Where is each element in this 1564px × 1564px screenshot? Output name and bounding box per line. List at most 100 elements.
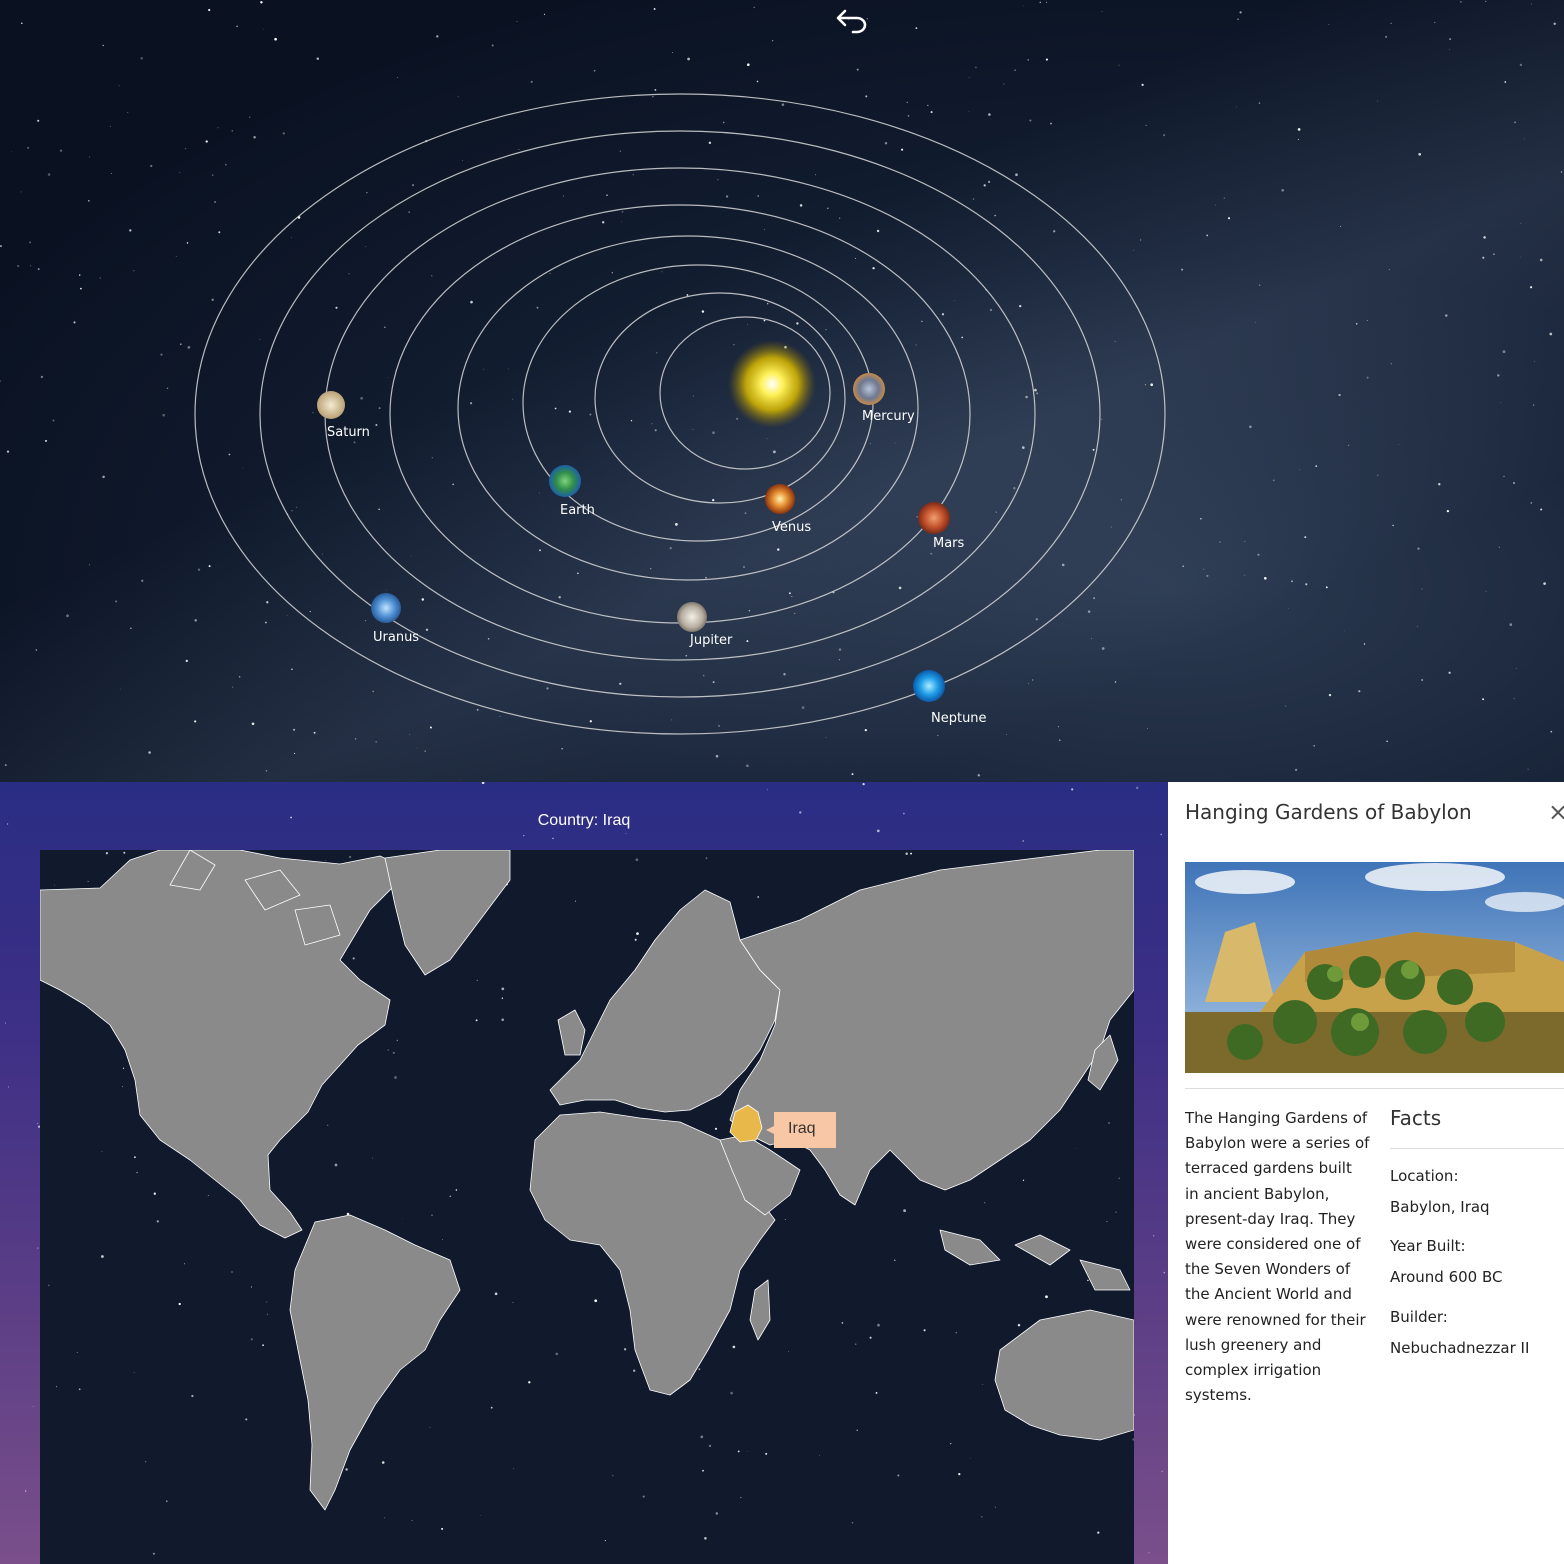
star [982,1383,984,1385]
planet-mercury[interactable] [853,373,885,405]
star [54,884,55,886]
star [191,1394,194,1398]
star [334,1163,338,1167]
star [8,1086,10,1088]
star [4,1022,7,1024]
star [101,1255,104,1258]
star [455,1189,458,1191]
planet-uranus[interactable] [371,593,401,623]
star [894,1259,896,1261]
close-button[interactable]: × [1548,798,1564,826]
planet-label-earth: Earth [560,503,595,518]
country-europe[interactable] [549,889,781,1113]
star [574,900,576,902]
wonder-description: The Hanging Gardens of Babylon were a se… [1185,1109,1370,1405]
star [56,1386,58,1388]
star [1045,1295,1048,1299]
country-south-america[interactable] [289,1214,461,1511]
star [765,1452,768,1455]
planet-label-venus: Venus [772,520,812,535]
info-panel: Hanging Gardens of Babylon × The Hanging… [1168,782,1564,1564]
star [480,1515,481,1517]
star [441,1239,443,1240]
panel-title: Hanging Gardens of Babylon [1185,800,1472,824]
star [266,1313,269,1316]
facts-divider [1390,1148,1564,1149]
star [152,1552,155,1555]
country-uk[interactable] [557,1009,586,1056]
country-greenland[interactable] [384,850,511,976]
star [1087,1279,1089,1282]
star [875,1391,878,1394]
fact-location-label: Location: [1390,1167,1459,1185]
country-north-america[interactable] [40,850,411,1239]
star [501,987,505,991]
star [429,1427,431,1429]
facts-heading: Facts [1390,1106,1442,1130]
star [327,1124,329,1126]
star [1148,1552,1150,1554]
star [136,1171,138,1174]
star [37,1122,39,1124]
star [969,1458,971,1459]
back-button[interactable] [833,5,871,39]
undo-arrow-icon [836,9,867,34]
wonder-photo [1185,862,1564,1073]
country-australia[interactable] [994,1309,1134,1441]
star [36,1247,39,1249]
star [476,979,478,981]
star [101,1151,103,1153]
close-icon: × [1548,798,1564,826]
star [708,1444,712,1448]
country-madagascar[interactable] [749,1279,771,1341]
planet-saturn[interactable] [317,391,345,419]
star [78,1388,81,1391]
star [133,1372,135,1374]
planet-layer [317,373,950,702]
star [855,1343,857,1345]
star [950,1442,952,1445]
map-section: Country: Iraq Iraq Hanging Gardens of Ba… [0,782,1564,1564]
star [394,1076,397,1079]
star [788,1351,790,1353]
star [245,1418,248,1421]
star [700,1435,704,1439]
star [1106,1221,1108,1222]
region-se-asia-islands [939,1229,1131,1291]
star [153,1192,156,1195]
fact-builder-label: Builder: [1390,1308,1448,1326]
star [352,957,355,960]
planet-jupiter[interactable] [677,602,707,632]
star [642,1495,645,1498]
star [47,1284,50,1287]
star [633,1369,636,1372]
solar-system-view: Saturn Mercury Earth Venus Mars Uranus J… [0,0,1564,782]
star [105,852,109,855]
world-map[interactable]: Iraq [40,850,1134,1564]
planet-venus[interactable] [765,484,795,514]
star [819,1455,821,1457]
star [955,1331,958,1334]
star [178,1302,181,1306]
planet-earth[interactable] [549,465,581,497]
star [698,1368,701,1371]
star [958,1472,961,1476]
star [612,1475,614,1477]
star [166,1500,168,1502]
star [704,1537,707,1540]
star [905,852,908,855]
star [324,860,326,862]
country-asia[interactable] [729,850,1134,1206]
planet-neptune[interactable] [913,670,945,702]
star [475,1019,478,1022]
star [250,1286,253,1288]
star [1161,1470,1163,1473]
star [381,1461,385,1464]
planet-label-uranus: Uranus [373,630,420,645]
star [923,1329,926,1332]
star [449,1195,452,1198]
star [122,1086,123,1088]
planet-mars[interactable] [918,502,950,534]
star [730,1391,733,1395]
star [856,1429,858,1431]
